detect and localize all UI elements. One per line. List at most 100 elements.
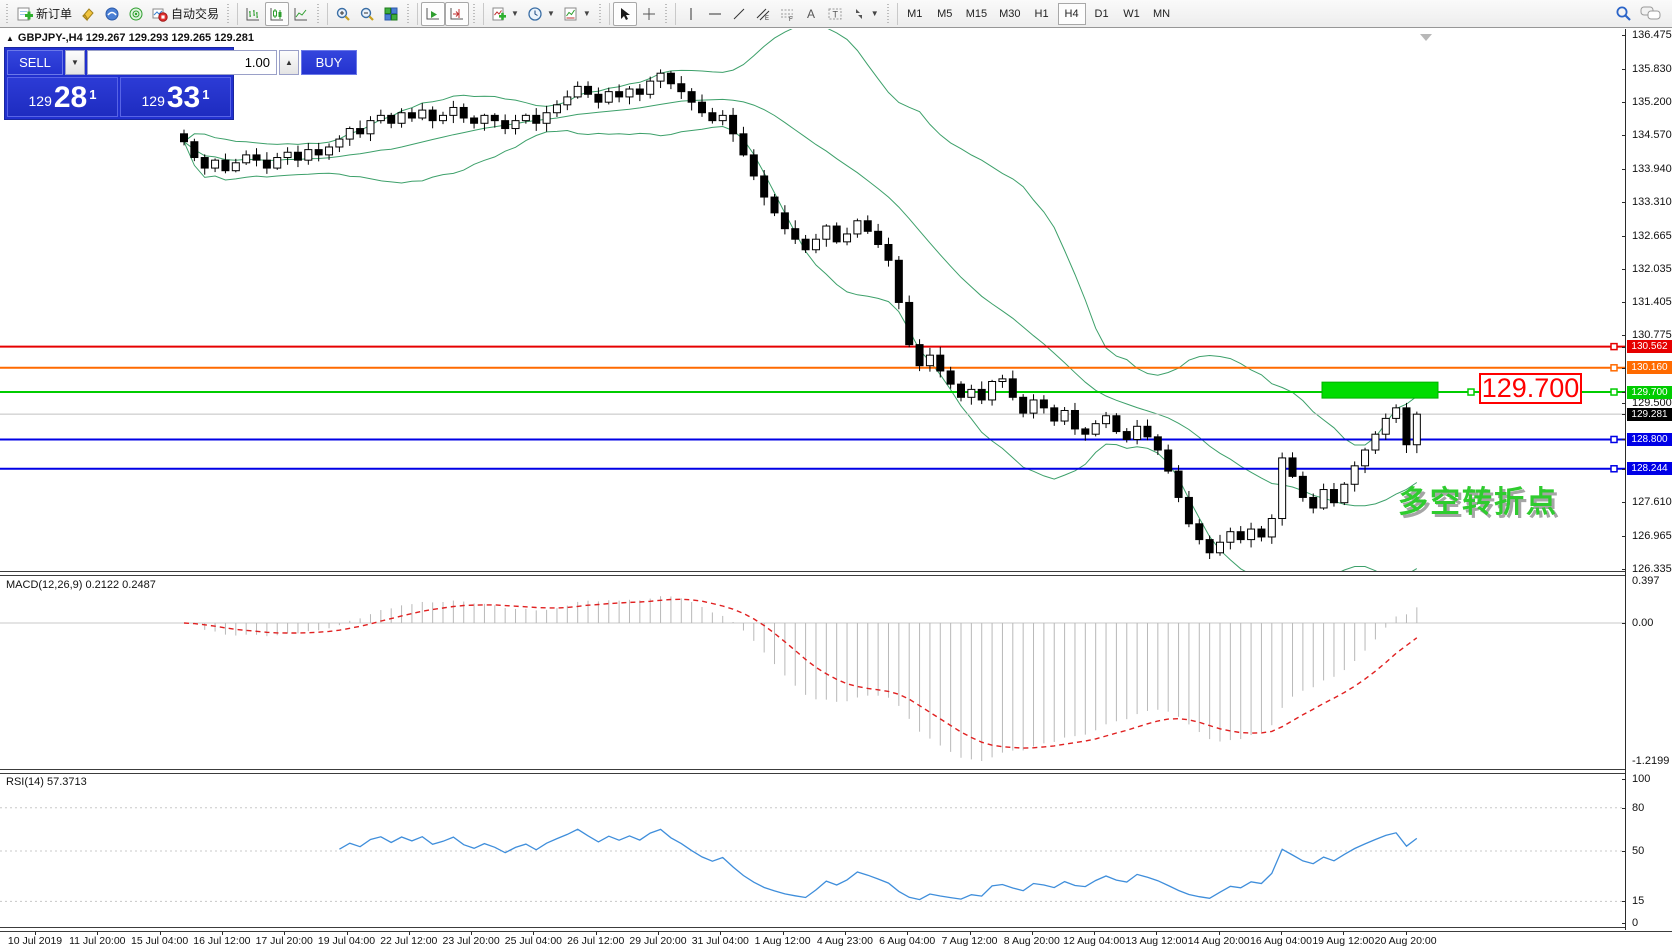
tf-button-m30[interactable]: M30 xyxy=(994,3,1025,25)
symbol-info: ▲ GBPJPY-,H4 129.267 129.293 129.265 129… xyxy=(6,32,254,44)
profiles-button[interactable] xyxy=(100,2,124,26)
macd-tick-label: 0.00 xyxy=(1632,617,1653,629)
bar-chart-button[interactable] xyxy=(241,2,265,26)
tile-windows-icon xyxy=(383,6,399,22)
charts-icon xyxy=(80,6,96,22)
sell-button[interactable]: SELL xyxy=(7,50,63,75)
volume-input[interactable] xyxy=(87,50,277,75)
time-label: 17 Jul 20:00 xyxy=(256,935,313,947)
search-icon[interactable] xyxy=(1615,5,1632,22)
crosshair-button[interactable] xyxy=(637,2,661,26)
tf-button-w1[interactable]: W1 xyxy=(1118,3,1146,25)
volume-decrease-button[interactable]: ▼ xyxy=(65,50,85,75)
main-chart-pane[interactable] xyxy=(0,29,1625,572)
buy-price-sup: 1 xyxy=(202,78,209,112)
time-label: 12 Aug 04:00 xyxy=(1063,935,1125,947)
line-chart-button[interactable] xyxy=(289,2,313,26)
price-tick-label: 126.965 xyxy=(1632,530,1672,542)
sell-price-button[interactable]: 129 28 1 xyxy=(7,77,118,117)
tile-windows-button[interactable] xyxy=(379,2,403,26)
price-tick xyxy=(1622,269,1626,270)
macd-pane[interactable] xyxy=(0,576,1625,770)
text-label-button[interactable]: T xyxy=(823,2,847,26)
price-axis[interactable]: 136.475135.830135.200134.570133.940133.3… xyxy=(1625,29,1672,930)
separator xyxy=(609,3,610,25)
time-label: 25 Jul 04:00 xyxy=(505,935,562,947)
horizontal-line-button[interactable] xyxy=(703,2,727,26)
toolbar-grip xyxy=(406,4,411,24)
tf-button-m5[interactable]: M5 xyxy=(931,3,959,25)
toolbar-grip xyxy=(5,4,10,24)
arrows-button[interactable]: ▼ xyxy=(847,2,883,26)
market-watch-button[interactable] xyxy=(124,2,148,26)
triangle-up-icon: ▲ xyxy=(6,34,14,43)
level-annotation-box[interactable]: 129.700 xyxy=(1479,373,1582,404)
rsi-tick xyxy=(1622,923,1626,924)
time-label: 6 Aug 04:00 xyxy=(879,935,935,947)
price-tick-label: 135.200 xyxy=(1632,96,1672,108)
time-label: 10 Jul 2019 xyxy=(8,935,62,947)
svg-text:E: E xyxy=(765,16,769,22)
time-label: 1 Aug 12:00 xyxy=(755,935,811,947)
macd-tick-label: -1.2199 xyxy=(1632,755,1669,767)
price-tag-128.800: 128.800 xyxy=(1627,433,1672,446)
new-order-button[interactable]: 新订单 xyxy=(13,2,76,26)
fibonacci-button[interactable]: F xyxy=(775,2,799,26)
zoom-out-button[interactable] xyxy=(355,2,379,26)
chart-shift-icon xyxy=(449,6,465,22)
equidistant-channel-button[interactable]: E xyxy=(751,2,775,26)
periods-button[interactable]: ▼ xyxy=(523,2,559,26)
buy-price-big: 33 xyxy=(167,83,200,113)
chevron-down-icon: ▼ xyxy=(583,9,591,18)
price-tick-label: 136.475 xyxy=(1632,29,1672,41)
rsi-pane[interactable] xyxy=(0,773,1625,928)
text-label-icon: T xyxy=(827,6,843,22)
trendline-button[interactable] xyxy=(727,2,751,26)
svg-text:F: F xyxy=(789,17,793,22)
price-tick-label: 132.035 xyxy=(1632,263,1672,275)
text-icon: A xyxy=(803,6,819,22)
time-label: 14 Aug 20:00 xyxy=(1188,935,1250,947)
chart-shift-button[interactable] xyxy=(445,2,469,26)
candlestick-chart-button[interactable] xyxy=(265,2,289,26)
toolbar-grip xyxy=(472,4,477,24)
text-button[interactable]: A xyxy=(799,2,823,26)
time-label: 16 Aug 04:00 xyxy=(1250,935,1312,947)
toolbar: 新订单 自动交易 xyxy=(0,0,1672,28)
tf-button-mn[interactable]: MN xyxy=(1148,3,1176,25)
one-click-trading-widget: SELL ▼ ▲ BUY 129 28 1 129 33 1 xyxy=(4,47,234,120)
vertical-line-button[interactable] xyxy=(679,2,703,26)
auto-scroll-button[interactable] xyxy=(421,2,445,26)
bar-chart-icon xyxy=(245,6,261,22)
zoom-in-button[interactable] xyxy=(331,2,355,26)
turning-point-annotation: 多空转折点 xyxy=(1398,477,1558,521)
buy-button[interactable]: BUY xyxy=(301,50,357,75)
volume-increase-button[interactable]: ▲ xyxy=(279,50,299,75)
tf-button-h1[interactable]: H1 xyxy=(1028,3,1056,25)
tf-button-h4[interactable]: H4 xyxy=(1058,3,1086,25)
cursor-button[interactable] xyxy=(613,2,637,26)
market-watch-icon xyxy=(128,6,144,22)
trendline-icon xyxy=(731,6,747,22)
buy-price-button[interactable]: 129 33 1 xyxy=(120,77,231,117)
sell-price-sup: 1 xyxy=(89,78,96,112)
cursor-icon xyxy=(617,6,633,22)
tf-button-d1[interactable]: D1 xyxy=(1088,3,1116,25)
zoom-in-icon xyxy=(335,6,351,22)
separator xyxy=(897,3,898,25)
line-chart-icon xyxy=(293,6,309,22)
tf-button-m15[interactable]: M15 xyxy=(961,3,992,25)
price-tick xyxy=(1622,414,1626,415)
templates-button[interactable]: ▼ xyxy=(559,2,595,26)
separator xyxy=(483,3,484,25)
equidistant-channel-icon: E xyxy=(755,6,771,22)
charts-button[interactable] xyxy=(76,2,100,26)
time-label: 15 Jul 04:00 xyxy=(131,935,188,947)
auto-trading-button[interactable]: 自动交易 xyxy=(148,2,223,26)
clock-icon xyxy=(527,6,543,22)
fibonacci-icon: F xyxy=(779,6,795,22)
time-axis[interactable]: 10 Jul 201911 Jul 20:0015 Jul 04:0016 Ju… xyxy=(0,932,1672,948)
chat-icon[interactable] xyxy=(1640,5,1662,22)
tf-button-m1[interactable]: M1 xyxy=(901,3,929,25)
indicators-button[interactable]: ▼ xyxy=(487,2,523,26)
